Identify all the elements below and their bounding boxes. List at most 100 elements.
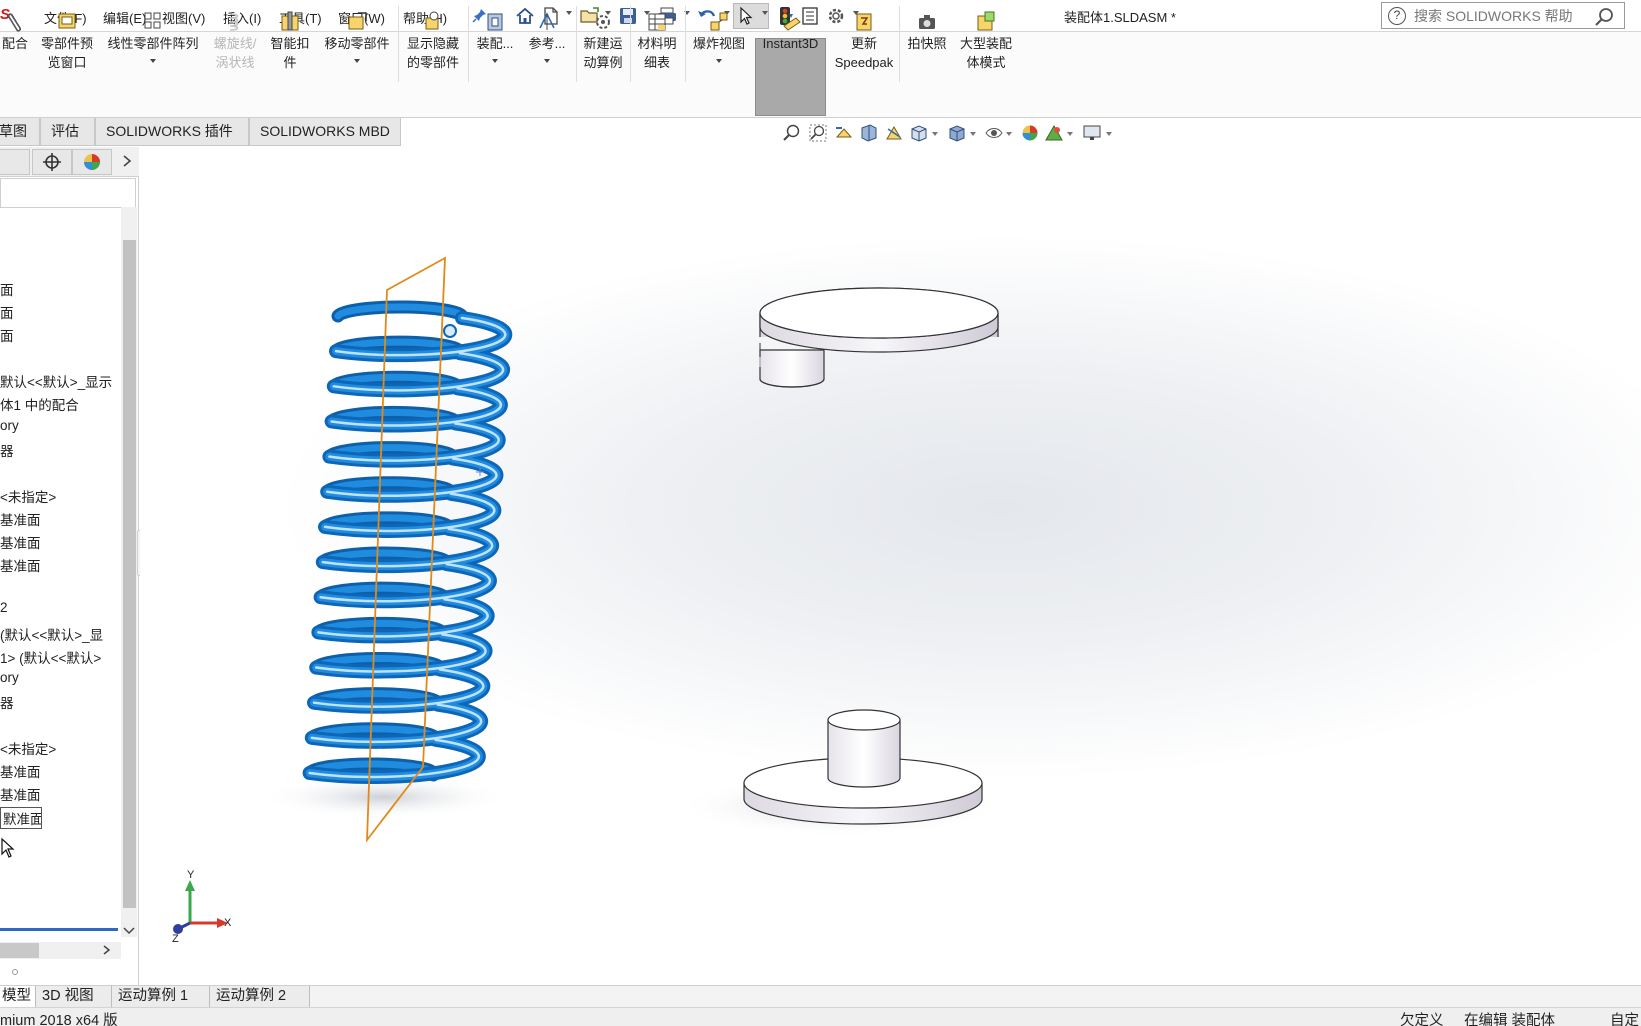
ribbon-separator [630, 6, 631, 82]
large-assembly-label-2: 体模式 [966, 55, 1006, 70]
update-speedpak-button[interactable]: 更新 Speedpak [832, 10, 896, 72]
tree-item[interactable]: 基准面 [0, 509, 120, 529]
chevron-down-icon[interactable] [354, 59, 360, 63]
feature-tree-tab[interactable] [0, 149, 30, 175]
definition-status: 欠定义 [1400, 1013, 1444, 1026]
view-orientation-icon[interactable] [909, 123, 929, 146]
chevron-down-icon[interactable] [492, 59, 498, 63]
configuration-manager-tab[interactable] [32, 149, 72, 175]
vertical-scroll-thumb[interactable] [123, 240, 136, 908]
tree-item[interactable]: 2 [0, 600, 120, 615]
horizontal-scrollbar[interactable] [0, 942, 121, 959]
tree-item[interactable]: ory [0, 670, 120, 685]
smart-fasteners-button[interactable]: 智能扣 件 [266, 10, 314, 72]
chevron-down-icon[interactable] [1006, 132, 1012, 136]
apply-scene-icon[interactable] [1044, 123, 1064, 146]
help-search-input[interactable] [1414, 6, 1584, 26]
tab-model[interactable]: 模型 [0, 986, 36, 1007]
component-preview-label-1: 零部件预 [40, 36, 93, 51]
large-assembly-mode-button[interactable]: 大型装配 体模式 [955, 10, 1017, 72]
section-view-icon[interactable] [859, 123, 879, 146]
component-preview-button[interactable]: 零部件预 览窗口 [36, 10, 98, 72]
chevron-down-icon[interactable] [1067, 132, 1073, 136]
tree-item[interactable]: 1> (默认<<默认> [0, 647, 120, 667]
tree-item[interactable]: 面 [0, 279, 120, 299]
tab-motion-study-1[interactable]: 运动算例 1 [112, 986, 210, 1007]
chevron-right-icon[interactable] [122, 154, 132, 171]
exploded-view-label: 爆炸视图 [692, 36, 745, 51]
instant3d-button[interactable]: Instant3D [756, 10, 825, 53]
linear-pattern-icon [104, 10, 202, 34]
take-snapshot-button[interactable]: 拍快照 [902, 10, 952, 53]
previous-view-icon[interactable] [834, 123, 854, 146]
tree-filter-field[interactable] [0, 178, 136, 208]
vertical-scrollbar[interactable] [121, 207, 137, 937]
help-question-icon[interactable]: ? [1388, 7, 1406, 25]
tab-motion-study-2[interactable]: 运动算例 2 [210, 986, 310, 1007]
tree-item[interactable]: 默认<<默认>_显示 [0, 371, 120, 391]
triad-x-label: X [224, 917, 232, 929]
dynamic-annotation-icon[interactable] [884, 123, 904, 146]
tree-item[interactable]: <未指定> [0, 738, 120, 758]
linear-pattern-button[interactable]: 线性零部件阵列 [104, 10, 202, 63]
motion-study-icon [578, 10, 628, 34]
tree-item[interactable]: 器 [0, 440, 120, 460]
bottom-tabs: 模型 3D 视图 运动算例 1 运动算例 2 [0, 985, 1641, 1007]
tree-item[interactable]: ory [0, 418, 120, 433]
edit-appearance-icon[interactable] [1020, 123, 1040, 146]
helix-icon [208, 10, 262, 34]
spring-part[interactable] [302, 300, 513, 785]
mate-button[interactable]: 配合 [0, 10, 30, 53]
search-icon[interactable] [1594, 7, 1616, 30]
tab-evaluate[interactable]: 评估 [40, 118, 95, 146]
chevron-down-icon[interactable] [1106, 132, 1112, 136]
tab-sketch[interactable]: 草图 [0, 118, 40, 146]
tree-item[interactable]: 器 [0, 692, 120, 712]
tree-item[interactable]: 基准面 [0, 761, 120, 781]
tree-item[interactable]: 面 [0, 325, 120, 345]
upper-plate-part[interactable] [759, 287, 999, 388]
scroll-down-icon[interactable] [122, 925, 136, 940]
document-title: 装配体1.SLDASM * [1064, 10, 1176, 25]
zoom-to-area-icon[interactable] [808, 123, 828, 146]
chevron-down-icon[interactable] [970, 132, 976, 136]
show-hidden-components-button[interactable]: 显示隐藏 的零部件 [402, 10, 464, 72]
tree-item[interactable]: 默准面 [0, 807, 42, 829]
tree-item[interactable]: 面 [0, 302, 120, 322]
move-component-button[interactable]: 移动零部件 [320, 10, 394, 63]
hide-show-items-icon[interactable] [984, 123, 1004, 146]
horizontal-scroll-thumb[interactable] [0, 943, 39, 958]
custom-units-status[interactable]: 自定 [1610, 1009, 1639, 1026]
ribbon-separator [398, 6, 399, 82]
assembly-features-button[interactable]: 装配... [472, 10, 518, 63]
motion-study-label-1: 新建运 [583, 36, 623, 51]
chevron-down-icon[interactable] [932, 132, 938, 136]
exploded-view-button[interactable]: 爆炸视图 [688, 10, 750, 63]
tree-item[interactable]: <未指定> [0, 486, 120, 506]
bill-of-materials-button[interactable]: 材料明 细表 [632, 10, 682, 72]
reference-geometry-label: 参考... [528, 36, 566, 51]
tree-item[interactable]: 基准面 [0, 784, 120, 804]
chevron-down-icon[interactable] [716, 59, 722, 63]
ribbon-separator [899, 6, 900, 82]
tab-3d-view[interactable]: 3D 视图 [36, 986, 112, 1007]
scroll-right-icon[interactable] [102, 944, 112, 959]
zoom-to-fit-icon[interactable] [782, 123, 802, 146]
tree-item[interactable]: (默认<<默认>_显 [0, 624, 120, 644]
chevron-down-icon[interactable] [150, 59, 156, 63]
help-search-box[interactable]: ? [1381, 2, 1625, 29]
chevron-down-icon[interactable] [544, 59, 550, 63]
lower-plate-part[interactable] [743, 709, 983, 825]
display-style-icon[interactable] [947, 123, 967, 146]
tree-item[interactable]: 基准面 [0, 532, 120, 552]
new-motion-study-button[interactable]: 新建运 动算例 [578, 10, 628, 72]
display-manager-tab[interactable] [72, 149, 112, 175]
view-settings-monitor-icon[interactable] [1082, 123, 1102, 146]
reference-geometry-button[interactable]: 参考... [522, 10, 572, 63]
tab-solidworks-mbd[interactable]: SOLIDWORKS MBD [249, 118, 401, 146]
rollback-bar[interactable] [0, 928, 118, 931]
tree-item[interactable]: 基准面 [0, 555, 120, 575]
tree-item[interactable]: 体1 中的配合 [0, 394, 120, 414]
tab-solidworks-addins[interactable]: SOLIDWORKS 插件 [95, 118, 249, 146]
graphics-area[interactable]: Y X Z [140, 147, 1641, 985]
